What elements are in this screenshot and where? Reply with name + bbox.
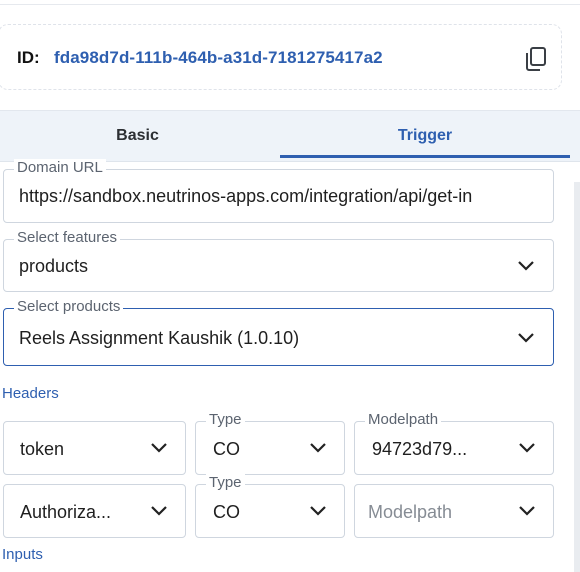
header-type-label: Type [206, 474, 245, 492]
domain-url-label: Domain URL [14, 159, 106, 177]
id-value: fda98d7d-111b-464b-a31d-7181275417a2 [54, 48, 383, 67]
id-label: ID: [17, 48, 40, 67]
tab-basic[interactable]: Basic [0, 111, 275, 161]
copy-icon[interactable] [524, 46, 548, 72]
header-modelpath-placeholder: Modelpath [368, 502, 453, 522]
chevron-down-icon [151, 506, 167, 516]
chevron-down-icon [519, 443, 535, 453]
header-type-value: CO [213, 439, 240, 459]
header-modelpath-value: 94723d79... [372, 439, 468, 459]
chevron-down-icon [518, 261, 534, 271]
header-modelpath-dropdown[interactable]: Modelpath [354, 484, 554, 538]
header-key-dropdown[interactable]: token [3, 421, 186, 475]
active-tab-indicator [280, 155, 570, 158]
chevron-down-icon [310, 506, 326, 516]
select-products-label: Select products [14, 298, 124, 316]
select-features-label: Select features [14, 229, 121, 247]
headers-section-title: Headers [2, 385, 59, 402]
header-key-value: Authoriza... [20, 502, 112, 522]
header-type-label: Type [206, 411, 245, 429]
domain-url-value: https://sandbox.neutrinos-apps.com/integ… [19, 186, 473, 206]
chevron-down-icon [518, 333, 534, 343]
header-type-dropdown[interactable]: Type CO [195, 411, 345, 475]
select-products-dropdown[interactable]: Select products Reels Assignment Kaushik… [3, 298, 554, 366]
header-key-value: token [20, 439, 65, 459]
chevron-down-icon [519, 506, 535, 516]
top-divider [0, 4, 580, 5]
domain-url-field[interactable]: Domain URL https://sandbox.neutrinos-app… [3, 159, 554, 223]
header-key-dropdown[interactable]: Authoriza... [3, 484, 186, 538]
select-products-value: Reels Assignment Kaushik (1.0.10) [19, 328, 300, 348]
header-modelpath-label: Modelpath [365, 411, 442, 429]
select-features-value: products [19, 256, 89, 276]
chevron-down-icon [151, 443, 167, 453]
select-features-dropdown[interactable]: Select features products [3, 229, 554, 292]
header-type-dropdown[interactable]: Type CO [195, 474, 345, 538]
header-type-value: CO [213, 502, 240, 522]
chevron-down-icon [310, 443, 326, 453]
header-modelpath-dropdown[interactable]: Modelpath 94723d79... [354, 411, 554, 475]
inputs-section-title: Inputs [2, 546, 43, 563]
tab-trigger[interactable]: Trigger [280, 111, 570, 161]
scrollbar[interactable] [574, 182, 580, 572]
